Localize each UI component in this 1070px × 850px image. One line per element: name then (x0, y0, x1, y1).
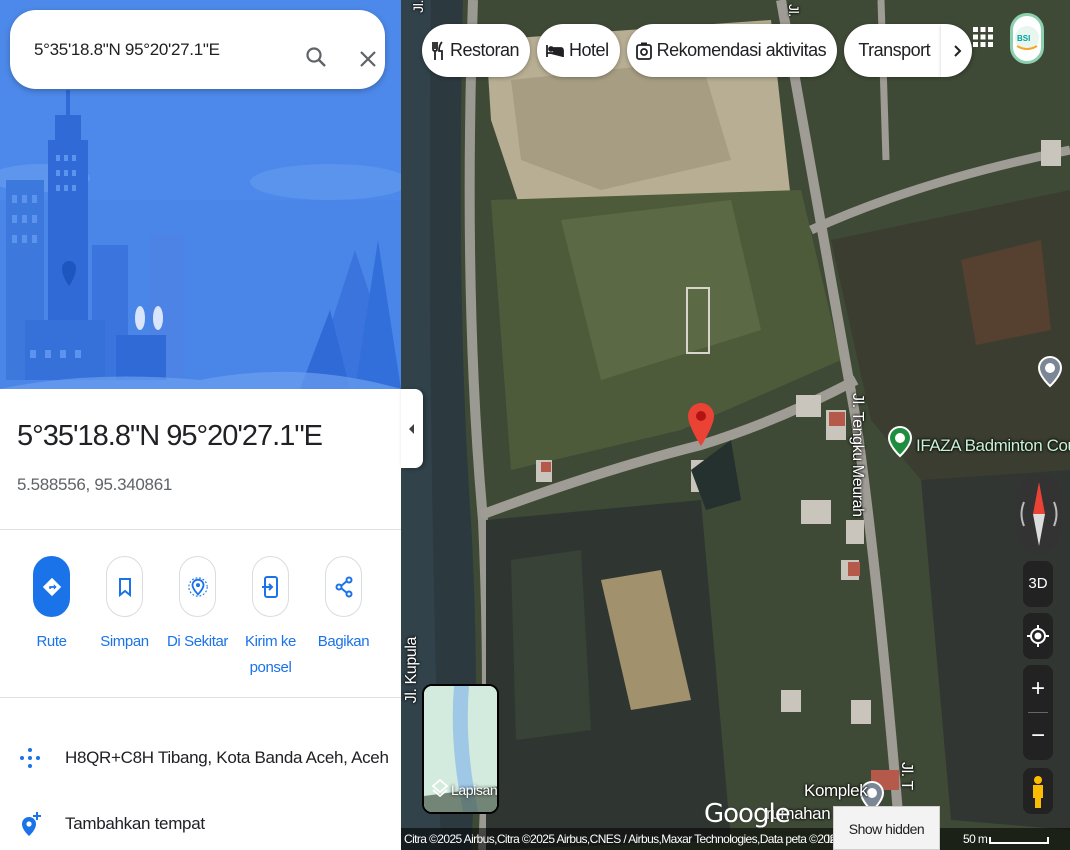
location-pin-icon[interactable] (687, 402, 715, 464)
map-footer: Citra ©2025 Airbus,Citra ©2025 Airbus,CN… (401, 828, 1070, 850)
poi-label-badminton[interactable]: IFAZA Badminton Court (916, 436, 1070, 456)
compass-icon (1020, 482, 1058, 546)
chip-hotel-label: Hotel (569, 40, 609, 60)
directions-label: Rute (36, 633, 67, 650)
attribution-text[interactable]: Citra ©2025 Airbus,Citra ©2025 Airbus,CN… (404, 828, 842, 850)
google-logo: Google (704, 799, 791, 829)
avatar-logo: BSI (1015, 26, 1039, 50)
chip-transport[interactable]: Transport (844, 24, 942, 77)
close-icon[interactable] (356, 47, 380, 71)
send-to-phone-label: Kirim ke ponsel (245, 633, 296, 676)
chips-next-button[interactable] (941, 24, 973, 77)
save-label: Simpan (100, 633, 149, 650)
restaurant-icon (432, 40, 443, 60)
share-icon (335, 576, 352, 597)
place-coordinates[interactable]: 5.588556, 95.340861 (17, 475, 172, 495)
search-box[interactable]: 5°35'18.8"N 95°20'27.1"E (10, 10, 385, 89)
poi-label-komplek[interactable]: Komplek (804, 781, 868, 801)
zoom-out-button[interactable]: − (1023, 713, 1053, 760)
divider (0, 529, 401, 530)
save-button[interactable]: Simpan (88, 556, 161, 681)
svg-text:BSI: BSI (1017, 34, 1030, 43)
search-icon[interactable] (304, 45, 328, 69)
chip-hotel[interactable]: Hotel (537, 24, 620, 77)
scale-bar (989, 837, 1049, 844)
hotel-icon (546, 44, 564, 57)
divider (0, 697, 401, 698)
layers-label: Lapisan (451, 782, 498, 798)
apps-grid-icon[interactable] (972, 26, 994, 48)
share-button[interactable]: Bagikan (307, 556, 380, 681)
add-place-icon (22, 812, 41, 836)
my-location-button[interactable] (1023, 613, 1053, 659)
map-canvas[interactable] (401, 0, 1070, 850)
nearby-label: Di Sekitar (166, 633, 229, 650)
search-input[interactable]: 5°35'18.8"N 95°20'27.1"E (34, 10, 220, 89)
directions-icon (42, 577, 61, 596)
street-label-right: Jl. T (898, 762, 915, 790)
chip-restaurant-label: Restoran (450, 40, 520, 60)
plus-code-text: H8QR+C8H Tibang, Kota Banda Aceh, Aceh (65, 748, 389, 767)
street-label-top: Jl. (786, 4, 802, 17)
chevron-left-icon (409, 424, 414, 434)
bookmark-icon (118, 577, 131, 597)
share-label: Bagikan (317, 633, 370, 650)
nearby-icon (187, 576, 208, 597)
street-label-kupula: Jl. Kupula (403, 637, 420, 704)
nearby-button[interactable]: Di Sekitar (161, 556, 234, 681)
chip-restaurant[interactable]: Restoran (422, 24, 531, 77)
pegman-icon (1033, 776, 1043, 808)
poi-pin-icon[interactable] (888, 426, 912, 466)
poi-pin-icon[interactable] (1038, 356, 1062, 396)
collapse-panel-button[interactable] (401, 389, 423, 468)
zoom-in-button[interactable]: + (1023, 665, 1053, 712)
send-to-phone-button[interactable]: Kirim ke ponsel (234, 556, 307, 681)
3d-label: 3D (1028, 575, 1048, 592)
add-place-text: Tambahkan tempat (65, 814, 205, 833)
chip-activities-label: Rekomendasi aktivitas (656, 40, 827, 60)
directions-button[interactable]: Rute (15, 556, 88, 681)
category-chips: Restoran Hotel Rekomendasi aktivitas Tra… (422, 24, 973, 77)
street-label-top-left: Jl. (410, 0, 426, 13)
chip-activities[interactable]: Rekomendasi aktivitas (626, 24, 838, 77)
scale-label[interactable]: 50 m (963, 828, 988, 850)
side-panel: 5°35'18.8"N 95°20'27.1"E 5.588556, 95.34… (0, 0, 401, 850)
add-place-row[interactable]: Tambahkan tempat (0, 799, 401, 849)
pegman-button[interactable] (1023, 768, 1053, 814)
place-title: 5°35'18.8"N 95°20'27.1"E (17, 420, 323, 452)
show-hidden-icons-tooltip[interactable]: Show hidden icons (833, 806, 940, 850)
chip-transport-label: Transport (858, 40, 931, 60)
satellite-imagery (401, 0, 1070, 850)
zoom-controls: + − (1023, 665, 1053, 760)
layers-button[interactable]: Lapisan (422, 684, 499, 814)
3d-toggle-button[interactable]: 3D (1023, 561, 1053, 607)
plus-code-row[interactable]: H8QR+C8H Tibang, Kota Banda Aceh, Aceh (0, 733, 401, 783)
chevron-right-icon (953, 44, 962, 57)
my-location-icon (1027, 625, 1049, 647)
action-buttons: Rute Simpan Di Sekitar Kirim ke ponsel B… (15, 556, 385, 681)
layers-icon (432, 778, 448, 798)
street-label-tengku-meurah: Jl. Tengku Meurah (849, 393, 866, 517)
account-avatar[interactable]: BSI (1010, 13, 1044, 64)
send-to-phone-icon (261, 575, 278, 598)
camera-icon (635, 42, 652, 60)
compass-button[interactable] (1016, 474, 1062, 554)
plus-code-icon (20, 748, 40, 768)
